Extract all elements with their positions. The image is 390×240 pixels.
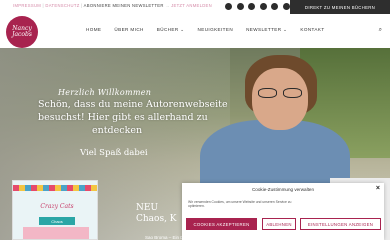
cookie-dialog: Cookie-Zustimmung verwalten × Wir verwen…: [182, 183, 384, 240]
nav-ueber-mich[interactable]: ÜBER MICH: [114, 27, 143, 33]
cookie-settings-button[interactable]: EINSTELLUNGEN ANZEIGEN: [300, 218, 381, 230]
promo-title-line-1: NEU: [136, 203, 159, 213]
instagram-icon[interactable]: [236, 3, 244, 10]
promo-title-line-2: Chaos, K: [136, 214, 177, 224]
datenschutz-link[interactable]: DATENSCHUTZ: [45, 3, 79, 8]
search-icon[interactable]: ⌕: [379, 27, 382, 34]
impressum-link[interactable]: IMPRESSUM: [13, 3, 41, 8]
accept-cookies-button[interactable]: COOKIES AKZEPTIEREN: [186, 218, 257, 230]
tiktok-icon[interactable]: [282, 3, 290, 10]
email-icon[interactable]: [259, 3, 267, 10]
hero-line-1: Schön, dass du meine Autorenwebseite: [38, 99, 228, 110]
nav-newsletter[interactable]: NEWSLETTER ⌄: [246, 27, 287, 33]
book-title: Crazy Cats: [40, 203, 74, 210]
book-illustration: [23, 227, 89, 239]
author-photo-face: [252, 68, 308, 130]
nav-neuigkeiten[interactable]: NEUIGKEITEN: [198, 27, 234, 33]
hero-line-2: besuchst! Hier gibt es allerhand zu: [38, 112, 208, 123]
anmelden-link[interactable]: JETZT ANMELDEN: [171, 3, 212, 8]
close-icon[interactable]: ×: [376, 185, 380, 192]
social-icons: [225, 3, 290, 10]
welcome-script: Herzlich Willkommen: [58, 88, 152, 97]
hero-line-3: entdecken: [92, 125, 143, 136]
book-bunting: [13, 185, 97, 191]
nav-kontakt[interactable]: KONTAKT: [300, 27, 324, 33]
facebook-icon[interactable]: [225, 3, 232, 10]
books-cta-button[interactable]: DIREKT ZU MEINEN BÜCHERN: [290, 0, 390, 14]
cookie-title: Cookie-Zustimmung verwalten: [251, 187, 315, 192]
pinterest-icon[interactable]: [271, 3, 278, 10]
youtube-icon[interactable]: [248, 3, 255, 10]
site-logo[interactable]: Nancy Jacobs: [6, 16, 38, 48]
nav-buecher[interactable]: BÜCHER ⌄: [157, 27, 185, 33]
promo-title: NEU Chaos, K: [136, 203, 177, 225]
book-tag: Chaos: [39, 217, 75, 225]
book-cover[interactable]: Crazy Cats Chaos: [12, 180, 98, 240]
deny-cookies-button[interactable]: ABLEHNEN: [262, 218, 296, 230]
menu: HOME ÜBER MICH BÜCHER ⌄ NEUIGKEITEN NEWS…: [86, 27, 325, 33]
author-glasses: [256, 88, 306, 98]
nav-home[interactable]: HOME: [86, 27, 101, 33]
newsletter-text: ABONNIERE MEINEN NEWSLETTER: [83, 3, 164, 8]
top-bar: IMPRESSUM | DATENSCHUTZ | ABONNIERE MEIN…: [0, 0, 390, 15]
hero-subtitle: Viel Spaß dabei: [80, 148, 148, 158]
cookie-text: Wir verwenden Cookies, um unsere Website…: [188, 200, 292, 209]
topbar-links: IMPRESSUM | DATENSCHUTZ | ABONNIERE MEIN…: [13, 3, 212, 8]
